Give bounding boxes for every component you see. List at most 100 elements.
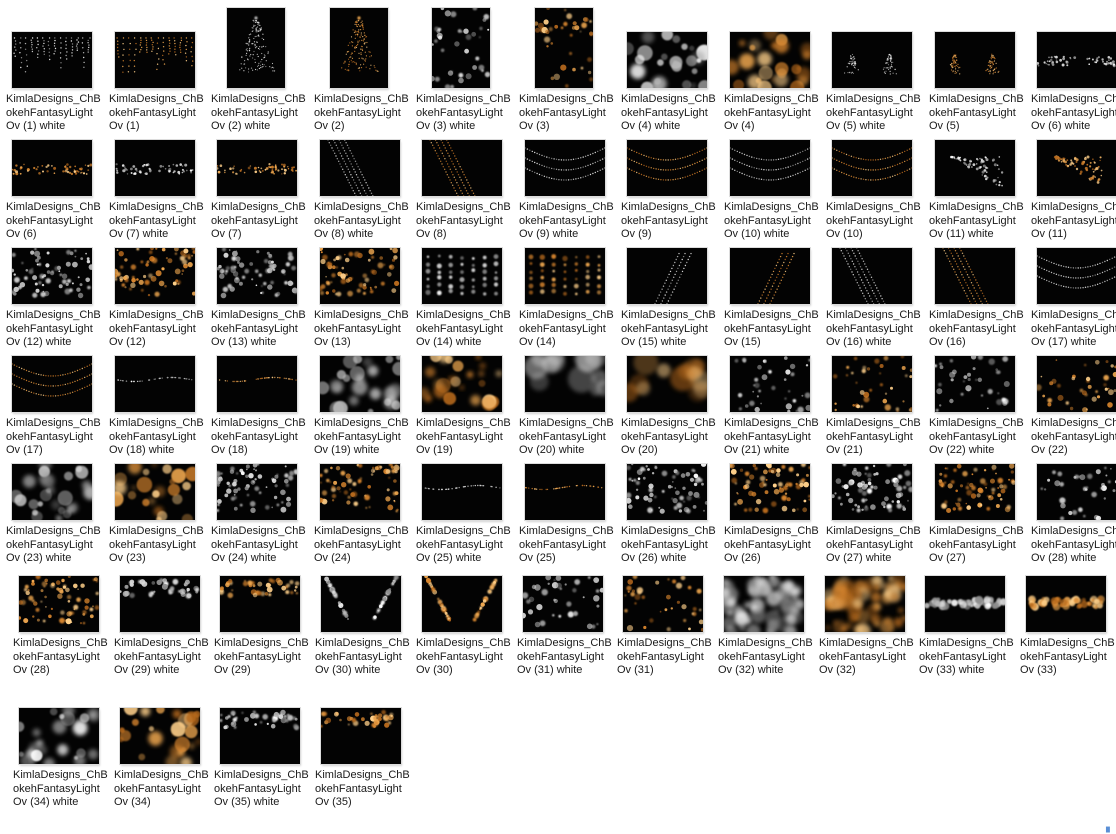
file-thumbnail[interactable] xyxy=(623,576,703,632)
file-thumbnail[interactable] xyxy=(935,32,1015,88)
file-name-label: KimlaDesigns_ChBokehFantasyLight Ov (33) xyxy=(1020,637,1115,676)
file-thumbnail[interactable] xyxy=(935,464,1015,520)
file-thumbnail[interactable] xyxy=(217,248,297,304)
label-overflow xyxy=(621,350,717,353)
file-thumbnail[interactable] xyxy=(320,356,400,412)
file-thumbnail[interactable] xyxy=(12,356,92,412)
file-thumbnail[interactable] xyxy=(730,356,810,412)
file-thumbnail[interactable] xyxy=(115,140,195,196)
file-thumbnail[interactable] xyxy=(422,576,502,632)
file-name-label: KimlaDesigns_ChBokehFantasyLight Ov (2) xyxy=(314,93,409,132)
label-overflow xyxy=(1031,134,1116,137)
file-thumbnail[interactable] xyxy=(320,464,400,520)
file-name-label: KimlaDesigns_ChBokehFantasyLight Ov (30) xyxy=(416,637,511,676)
file-name-label: KimlaDesigns_ChBokehFantasyLight Ov (20) xyxy=(621,417,716,456)
label-overflow xyxy=(211,458,307,461)
file-thumbnail[interactable] xyxy=(422,140,502,196)
label-overflow xyxy=(724,242,820,245)
file-thumbnail[interactable] xyxy=(432,8,490,88)
file-thumbnail[interactable] xyxy=(627,464,707,520)
file-thumbnail[interactable] xyxy=(115,356,195,412)
file-thumbnail[interactable] xyxy=(115,464,195,520)
file-thumbnail[interactable] xyxy=(220,708,300,764)
file-thumbnail[interactable] xyxy=(330,8,388,88)
file-thumbnail[interactable] xyxy=(832,356,912,412)
label-overflow xyxy=(211,242,307,245)
file-thumbnail[interactable] xyxy=(1026,576,1106,632)
file-name-label: KimlaDesigns_ChBokehFantasyLight Ov (34) xyxy=(114,769,209,808)
file-thumbnail[interactable] xyxy=(627,140,707,196)
file-thumbnail[interactable] xyxy=(115,32,195,88)
file-thumbnail[interactable] xyxy=(627,356,707,412)
file-thumbnail[interactable] xyxy=(12,140,92,196)
file-thumbnail[interactable] xyxy=(115,248,195,304)
file-thumbnail[interactable] xyxy=(1037,140,1116,196)
file-thumbnail[interactable] xyxy=(217,464,297,520)
file-thumbnail[interactable] xyxy=(525,248,605,304)
file-thumbnail[interactable] xyxy=(1037,464,1116,520)
file-thumbnail[interactable] xyxy=(730,32,810,88)
file-thumbnail[interactable] xyxy=(627,32,707,88)
file-thumbnail[interactable] xyxy=(730,140,810,196)
file-name-label: KimlaDesigns_ChBokehFantasyLight Ov (35)… xyxy=(214,769,309,808)
file-thumbnail[interactable] xyxy=(627,248,707,304)
label-overflow xyxy=(416,134,512,137)
file-thumbnail[interactable] xyxy=(321,576,401,632)
file-thumbnail[interactable] xyxy=(217,140,297,196)
file-thumbnail[interactable] xyxy=(832,140,912,196)
label-overflow xyxy=(416,566,512,569)
label-overflow xyxy=(621,566,717,569)
file-thumbnail[interactable] xyxy=(935,356,1015,412)
file-thumbnail[interactable] xyxy=(525,464,605,520)
file-thumbnail[interactable] xyxy=(825,576,905,632)
file-thumbnail[interactable] xyxy=(320,248,400,304)
file-thumbnail[interactable] xyxy=(525,356,605,412)
file-thumbnail[interactable] xyxy=(422,356,502,412)
file-name-label: KimlaDesigns_ChBokehFantasyLight Ov (10)… xyxy=(724,201,819,240)
file-thumbnail[interactable] xyxy=(320,140,400,196)
file-name-label: KimlaDesigns_ChBokehFantasyLight Ov (3) … xyxy=(416,93,511,132)
file-name-label: KimlaDesigns_ChBokehFantasyLight Ov (25)… xyxy=(416,525,511,564)
file-thumbnail[interactable] xyxy=(120,708,200,764)
file-thumbnail[interactable] xyxy=(525,140,605,196)
file-name-label: KimlaDesigns_ChBokehFantasyLight Ov (8) … xyxy=(314,201,409,240)
file-thumbnail[interactable] xyxy=(724,576,804,632)
file-thumbnail[interactable] xyxy=(422,464,502,520)
file-thumbnail[interactable] xyxy=(523,576,603,632)
file-thumbnail[interactable] xyxy=(832,464,912,520)
file-name-label: KimlaDesigns_ChBokehFantasyLight Ov (31) xyxy=(617,637,712,676)
file-thumbnail[interactable] xyxy=(120,576,200,632)
file-thumbnail[interactable] xyxy=(730,464,810,520)
file-name-label: KimlaDesigns_ChBokehFantasyLight Ov (14) xyxy=(519,309,614,348)
file-thumbnail[interactable] xyxy=(19,708,99,764)
file-thumbnail[interactable] xyxy=(1037,356,1116,412)
file-name-label: KimlaDesigns_ChBokehFantasyLight Ov (16) xyxy=(929,309,1024,348)
label-overflow xyxy=(621,134,717,137)
file-thumbnail[interactable] xyxy=(832,248,912,304)
file-thumbnail[interactable] xyxy=(935,248,1015,304)
file-thumbnail[interactable] xyxy=(227,8,285,88)
file-thumbnail[interactable] xyxy=(321,708,401,764)
file-thumbnail[interactable] xyxy=(832,32,912,88)
file-thumbnail[interactable] xyxy=(19,576,99,632)
label-overflow xyxy=(6,566,102,569)
file-name-label: KimlaDesigns_ChBokehFantasyLight Ov (9) xyxy=(621,201,716,240)
file-thumbnail[interactable] xyxy=(220,576,300,632)
file-thumbnail[interactable] xyxy=(1037,32,1116,88)
file-thumbnail[interactable] xyxy=(12,248,92,304)
file-thumbnail[interactable] xyxy=(935,140,1015,196)
file-thumbnail[interactable] xyxy=(12,464,92,520)
label-overflow xyxy=(6,134,102,137)
file-name-label: KimlaDesigns_ChBokehFantasyLight Ov (3) xyxy=(519,93,614,132)
label-overflow xyxy=(929,566,1025,569)
file-name-label: KimlaDesigns_ChBokehFantasyLight Ov (17)… xyxy=(1031,309,1116,348)
file-thumbnail[interactable] xyxy=(730,248,810,304)
file-thumbnail[interactable] xyxy=(925,576,1005,632)
file-thumbnail[interactable] xyxy=(12,32,92,88)
file-thumbnail[interactable] xyxy=(422,248,502,304)
file-thumbnail[interactable] xyxy=(535,8,593,88)
label-overflow xyxy=(826,350,922,353)
file-thumbnail[interactable] xyxy=(1037,248,1116,304)
file-thumbnail[interactable] xyxy=(217,356,297,412)
label-overflow xyxy=(519,458,615,461)
